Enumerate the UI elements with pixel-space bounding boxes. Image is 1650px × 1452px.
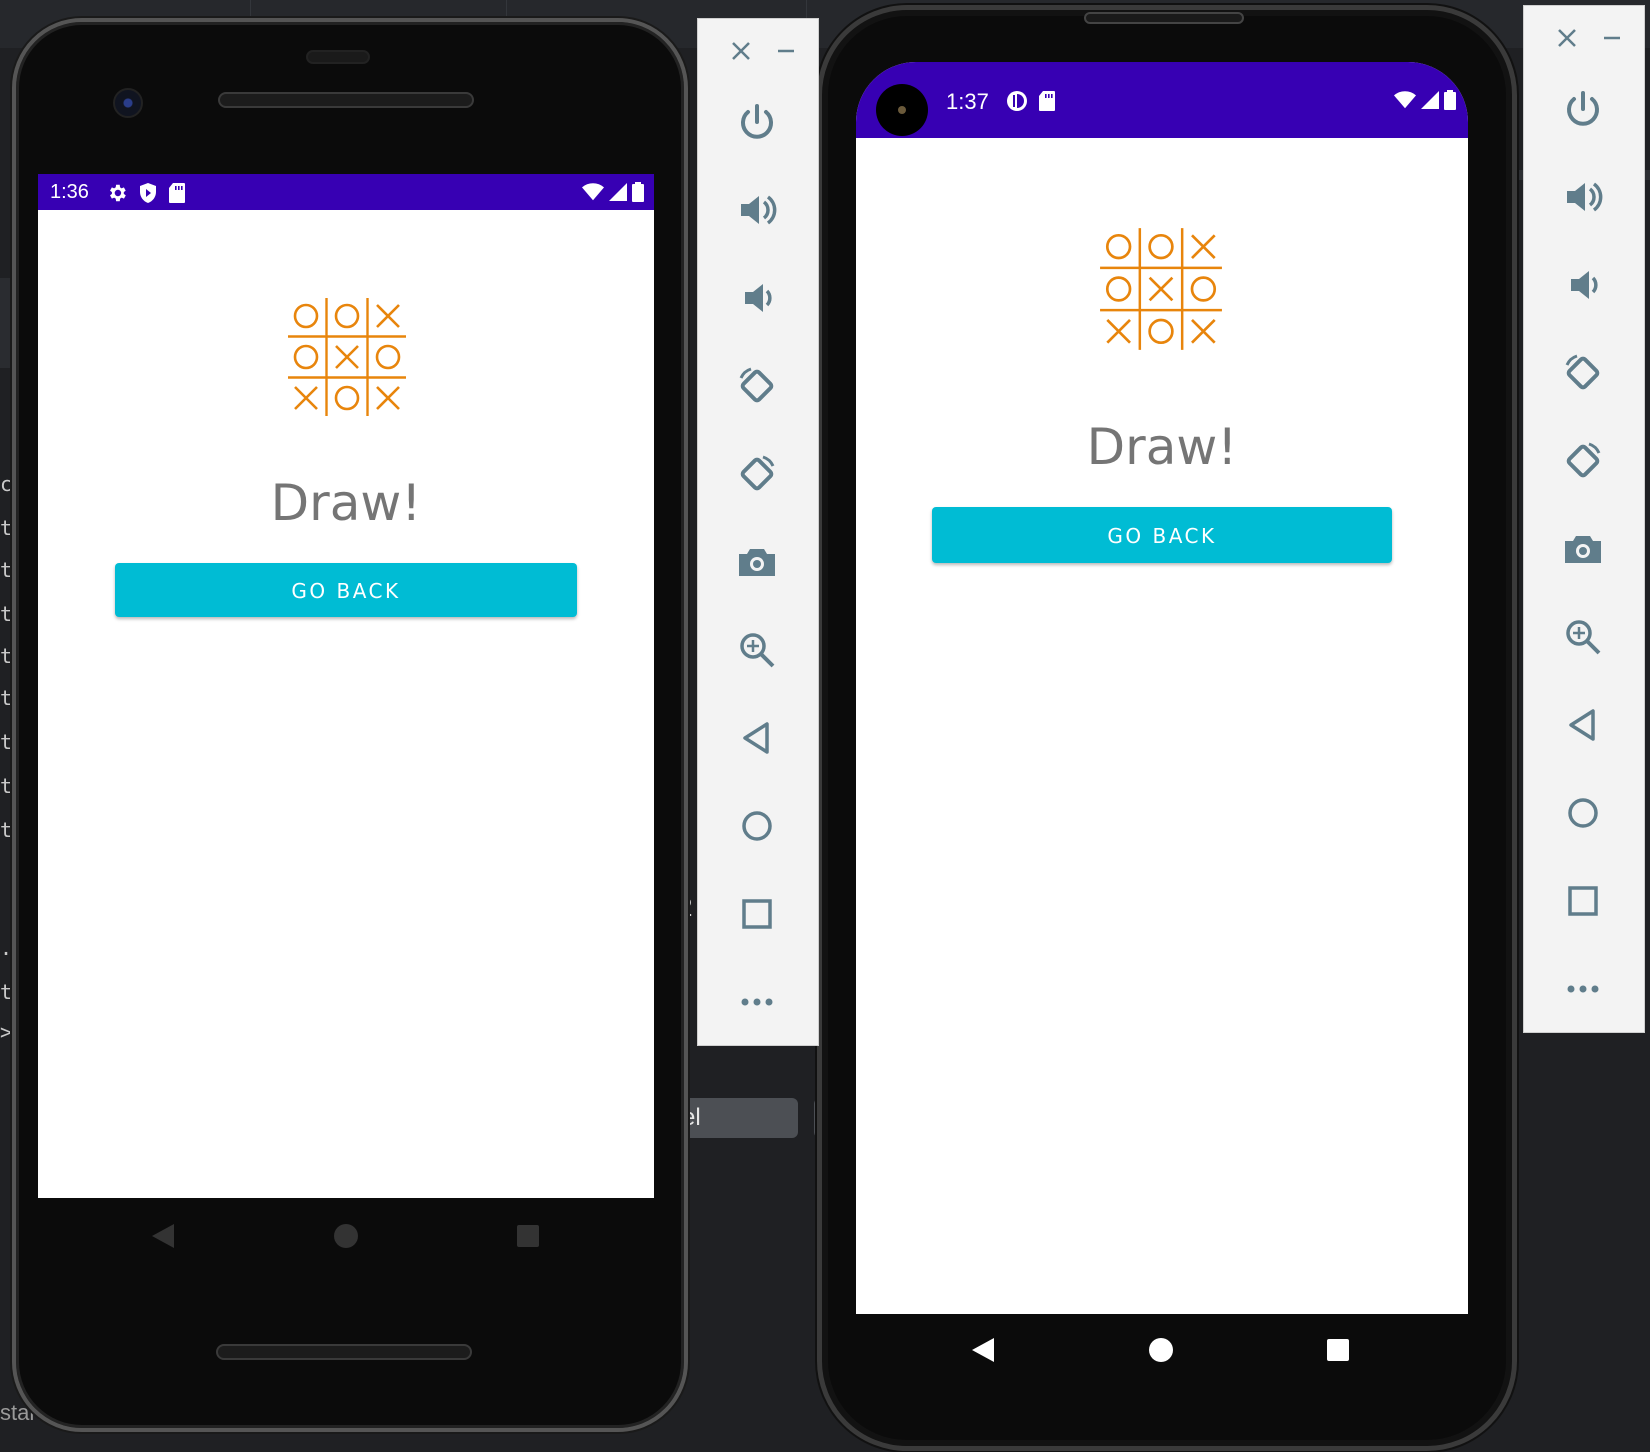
emulator-toolbar-right	[1523, 5, 1645, 1033]
data-saver-icon	[1007, 91, 1027, 111]
rotate-left-icon[interactable]	[728, 357, 786, 415]
status-time: 1:36	[50, 181, 89, 203]
rotate-right-icon[interactable]	[728, 445, 786, 503]
nav-overview-icon[interactable]	[516, 1224, 540, 1248]
volume-up-icon[interactable]	[1554, 168, 1612, 226]
board-cell-x	[1106, 319, 1131, 344]
phone-right-screen[interactable]: 1:37 Draw! GO BACK	[856, 62, 1468, 1314]
battery-icon	[632, 182, 644, 202]
ide-gutter-text: c	[0, 472, 13, 496]
board-cell-x	[1191, 234, 1216, 259]
minimize-icon[interactable]	[1594, 20, 1630, 56]
front-camera-icon	[876, 84, 928, 136]
phone-right-nav-bar	[970, 1330, 1350, 1370]
status-bar: 1:36	[38, 174, 654, 210]
camera-icon[interactable]	[1554, 520, 1612, 578]
go-back-button[interactable]: GO BACK	[115, 563, 577, 617]
home-icon[interactable]	[1554, 784, 1612, 842]
board-cell-x	[335, 345, 359, 369]
settings-gear-icon	[110, 184, 126, 202]
rotate-left-icon[interactable]	[1554, 344, 1612, 402]
board-cell-x	[376, 386, 400, 410]
phone-left-screen[interactable]: 1:36 Draw! GO BACK	[38, 174, 654, 1198]
nav-back-icon[interactable]	[150, 1222, 176, 1250]
power-icon[interactable]	[1554, 80, 1612, 138]
rotate-right-icon[interactable]	[1554, 432, 1612, 490]
overview-icon[interactable]	[1554, 872, 1612, 930]
phone-left-nav-bar	[150, 1216, 540, 1256]
power-icon[interactable]	[728, 93, 786, 151]
cell-signal-icon	[609, 183, 627, 201]
proximity-sensor	[306, 50, 370, 64]
result-text: Draw!	[270, 474, 422, 532]
cell-signal-icon	[1421, 91, 1439, 109]
toolbar-window-controls	[698, 33, 818, 73]
board-cell-x	[376, 304, 400, 328]
board-cell-o	[1105, 233, 1132, 260]
tic-tac-toe-logo-icon	[288, 298, 406, 416]
sd-card-icon	[1039, 91, 1055, 111]
status-bar: 1:37	[856, 62, 1468, 138]
nav-home-icon[interactable]	[1148, 1337, 1174, 1363]
board-cell-o	[1148, 233, 1174, 260]
front-camera-icon	[113, 88, 143, 118]
bottom-speaker	[216, 1344, 472, 1360]
more-icon[interactable]	[1554, 960, 1612, 1018]
nav-back-icon[interactable]	[970, 1336, 996, 1364]
sd-card-icon	[169, 183, 185, 203]
board-cell-o	[1105, 276, 1132, 302]
board-cell-o	[334, 385, 360, 411]
zoom-icon[interactable]	[728, 621, 786, 679]
shield-play-icon	[140, 183, 156, 203]
minimize-icon[interactable]	[768, 33, 804, 69]
board-cell-o	[375, 344, 401, 370]
emulator-toolbar-left	[697, 18, 819, 1046]
zoom-icon[interactable]	[1554, 608, 1612, 666]
status-time: 1:37	[946, 89, 989, 114]
back-icon[interactable]	[1554, 696, 1612, 754]
ide-gutter-text: .	[0, 936, 13, 960]
ide-side-panel	[0, 278, 12, 368]
volume-down-icon[interactable]	[728, 269, 786, 327]
top-speaker	[218, 92, 474, 108]
wifi-icon	[582, 183, 604, 201]
volume-up-icon[interactable]	[728, 181, 786, 239]
board-cell-o	[334, 303, 360, 329]
toolbar-window-controls	[1524, 20, 1644, 60]
camera-icon[interactable]	[728, 533, 786, 591]
go-back-button[interactable]: GO BACK	[932, 507, 1392, 563]
board-cell-x	[294, 386, 318, 410]
tic-tac-toe-logo-icon	[1100, 228, 1222, 350]
ide-panel-label[interactable]: el	[680, 1098, 798, 1138]
more-icon[interactable]	[728, 973, 786, 1031]
overview-icon[interactable]	[728, 885, 786, 943]
battery-icon	[1444, 90, 1456, 110]
wifi-icon	[1394, 91, 1416, 109]
result-text: Draw!	[1086, 418, 1238, 476]
nav-overview-icon[interactable]	[1326, 1338, 1350, 1362]
top-speaker	[1084, 12, 1244, 24]
board-cell-o	[1148, 318, 1174, 345]
close-icon[interactable]	[723, 33, 759, 69]
home-icon[interactable]	[728, 797, 786, 855]
board-cell-x	[1148, 276, 1174, 302]
ide-gutter-text: >	[0, 1020, 13, 1044]
board-cell-o	[1190, 276, 1217, 302]
board-cell-o	[293, 344, 319, 370]
board-cell-x	[1191, 319, 1216, 344]
close-icon[interactable]	[1549, 20, 1585, 56]
board-cell-o	[293, 303, 319, 329]
nav-home-icon[interactable]	[333, 1223, 359, 1249]
back-icon[interactable]	[728, 709, 786, 767]
volume-down-icon[interactable]	[1554, 256, 1612, 314]
